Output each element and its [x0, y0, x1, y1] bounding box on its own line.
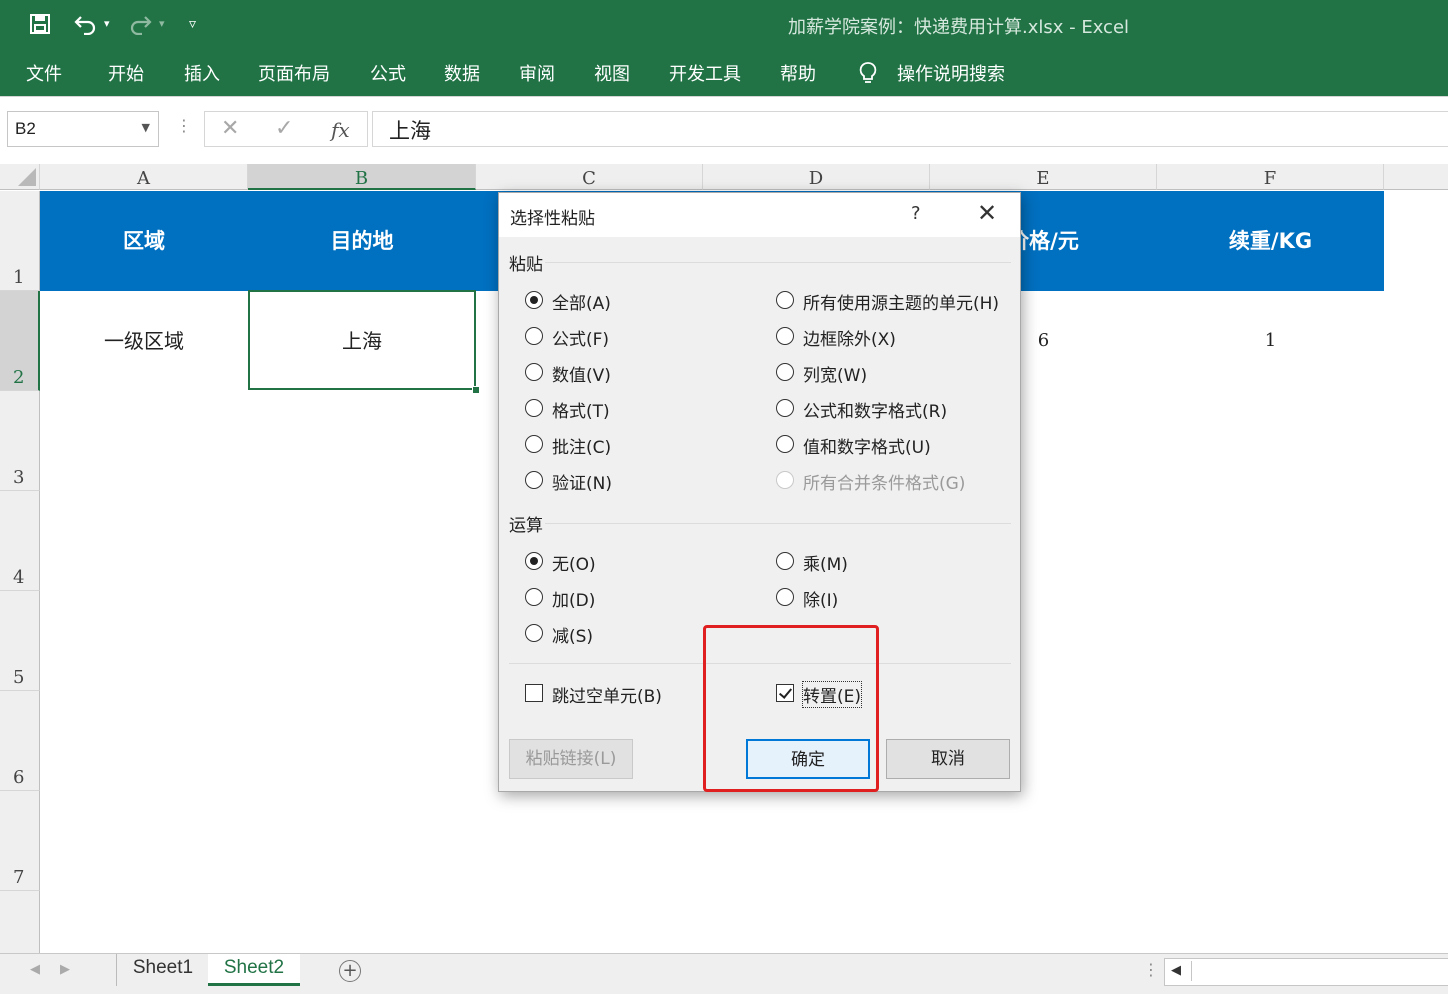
row-header-3[interactable]: 3 — [0, 391, 40, 491]
fill-handle[interactable] — [472, 386, 480, 394]
radio-button[interactable] — [525, 552, 543, 570]
add-sheet-icon[interactable]: + — [339, 960, 361, 982]
undo-dropdown-icon[interactable]: ▾ — [104, 14, 110, 34]
scroll-left-icon[interactable]: ◀ — [1171, 963, 1181, 978]
radio-button — [776, 471, 794, 489]
title-bar: ▾ ▾ ▿ 加薪学院案例：快递费用计算.xlsx - Excel — [0, 0, 1448, 48]
save-icon[interactable] — [29, 13, 51, 38]
cancel-button[interactable]: 取消 — [886, 739, 1010, 779]
formula-bar-grip-icon[interactable]: ⋮ — [176, 116, 192, 135]
radio-button[interactable] — [776, 291, 794, 309]
row-header-2[interactable]: 2 — [0, 291, 40, 391]
dialog-title: 选择性粘贴 — [510, 209, 595, 229]
tab-help[interactable]: 帮助 — [780, 60, 816, 86]
radio-button[interactable] — [776, 327, 794, 345]
lightbulb-icon — [858, 61, 878, 88]
cell-f2[interactable]: 1 — [1157, 291, 1384, 391]
section-divider — [545, 262, 1011, 263]
radio-button[interactable] — [525, 624, 543, 642]
name-box-value: B2 — [15, 119, 36, 138]
column-header-d[interactable]: D — [703, 164, 930, 190]
radio-button[interactable] — [525, 435, 543, 453]
splitter-grip-icon[interactable]: ⋮ — [1143, 960, 1159, 979]
radio-button[interactable] — [776, 399, 794, 417]
radio-button[interactable] — [525, 363, 543, 381]
formula-input-value: 上海 — [389, 119, 431, 143]
scrollbar-thumb[interactable] — [1191, 961, 1448, 981]
formula-buttons: ✕ ✓ fx — [204, 111, 368, 147]
cancel-entry-icon[interactable]: ✕ — [221, 116, 239, 141]
radio-button[interactable] — [776, 552, 794, 570]
prev-sheet-icon[interactable]: ◀ — [30, 962, 40, 977]
row-header-4[interactable]: 4 — [0, 491, 40, 591]
select-all-corner[interactable] — [0, 164, 40, 190]
sheet-tab-sheet2[interactable]: Sheet2 — [208, 954, 300, 986]
checkbox[interactable] — [525, 684, 543, 702]
row-header-8[interactable] — [0, 891, 40, 954]
cell-a2[interactable]: 一级区域 — [40, 291, 248, 391]
tab-home[interactable]: 开始 — [108, 60, 144, 86]
sheet-tab-bar: ◀ ▶ Sheet1 Sheet2 + ⋮ ◀ — [0, 953, 1448, 994]
radio-button[interactable] — [776, 363, 794, 381]
cell-b1[interactable]: 目的地 — [248, 191, 476, 291]
radio-button[interactable] — [525, 399, 543, 417]
column-header-g[interactable] — [1384, 164, 1448, 190]
column-header-b[interactable]: B — [248, 164, 476, 190]
column-header-e[interactable]: E — [930, 164, 1157, 190]
undo-icon[interactable] — [74, 13, 98, 38]
help-button[interactable]: ? — [911, 203, 921, 224]
tab-formulas[interactable]: 公式 — [370, 60, 406, 86]
window-title: 加薪学院案例：快递费用计算.xlsx - Excel — [788, 17, 1130, 38]
redo-icon[interactable] — [128, 13, 152, 38]
radio-button[interactable] — [776, 588, 794, 606]
row-header-7[interactable]: 7 — [0, 791, 40, 891]
paste-link-button: 粘贴链接(L) — [509, 739, 633, 779]
formula-bar: B2 ▼ ⋮ ✕ ✓ fx 上海 — [0, 96, 1448, 165]
row-header-5[interactable]: 5 — [0, 591, 40, 691]
redo-dropdown-icon[interactable]: ▾ — [159, 14, 165, 34]
tell-me-search[interactable]: 操作说明搜索 — [897, 60, 1005, 86]
radio-button[interactable] — [776, 435, 794, 453]
next-sheet-icon[interactable]: ▶ — [60, 962, 70, 977]
radio-button[interactable] — [525, 588, 543, 606]
column-header-c[interactable]: C — [476, 164, 703, 190]
column-header-f[interactable]: F — [1157, 164, 1384, 190]
customize-icon[interactable]: ▿ — [189, 14, 196, 34]
operation-section-label: 运算 — [509, 516, 543, 536]
dialog-title-bar: 选择性粘贴 ? ✕ — [499, 193, 1020, 237]
insert-function-icon[interactable]: fx — [331, 118, 350, 142]
radio-button[interactable] — [525, 327, 543, 345]
paste-section-label: 粘贴 — [509, 255, 543, 275]
tab-data[interactable]: 数据 — [444, 60, 480, 86]
cell-a1[interactable]: 区域 — [40, 191, 248, 291]
row-header-1[interactable]: 1 — [0, 191, 40, 291]
formula-input[interactable]: 上海 — [372, 111, 1448, 147]
tab-file[interactable]: 文件 — [26, 60, 62, 86]
active-cell-border — [248, 290, 476, 390]
annotation-highlight-box — [703, 625, 879, 792]
tab-insert[interactable]: 插入 — [184, 60, 220, 86]
radio-button[interactable] — [525, 471, 543, 489]
tab-view[interactable]: 视图 — [594, 60, 630, 86]
cell-f1[interactable]: 续重/KG — [1157, 191, 1384, 291]
ribbon-tabs: 文件 开始 插入 页面布局 公式 数据 审阅 视图 开发工具 帮助 操作说明搜索 — [0, 48, 1448, 96]
name-box[interactable]: B2 ▼ — [7, 111, 159, 147]
sheet-tab-sheet1[interactable]: Sheet1 — [116, 954, 210, 986]
tab-page-layout[interactable]: 页面布局 — [258, 60, 330, 86]
confirm-entry-icon[interactable]: ✓ — [275, 116, 293, 141]
row-header-6[interactable]: 6 — [0, 691, 40, 791]
horizontal-scrollbar[interactable]: ◀ — [1164, 958, 1448, 986]
tab-review[interactable]: 审阅 — [519, 60, 555, 86]
close-icon[interactable]: ✕ — [977, 199, 997, 227]
radio-button[interactable] — [525, 291, 543, 309]
column-header-a[interactable]: A — [40, 164, 248, 190]
chevron-down-icon[interactable]: ▼ — [142, 121, 150, 134]
section-divider — [545, 523, 1011, 524]
tab-developer[interactable]: 开发工具 — [669, 60, 741, 86]
